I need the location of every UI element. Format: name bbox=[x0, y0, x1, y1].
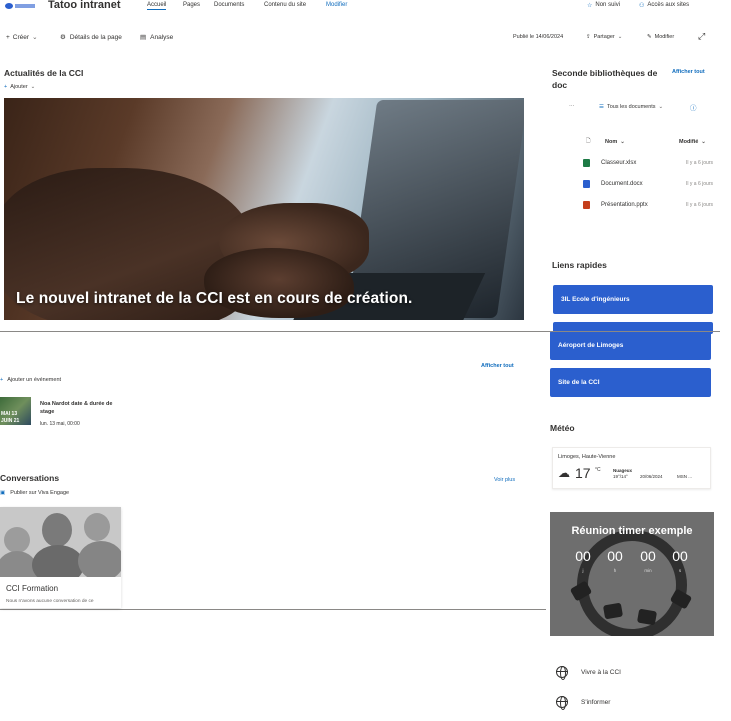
chart-icon: ▤ bbox=[140, 34, 147, 41]
chevron-down-icon: ⌄ bbox=[617, 34, 623, 40]
quicklink-button[interactable]: Aéroport de Limoges bbox=[550, 331, 711, 360]
file-type-icon: 🗋 bbox=[586, 138, 591, 144]
nav-edit[interactable]: Modifier bbox=[326, 2, 347, 8]
analytics-button[interactable]: ▤ Analyse bbox=[140, 33, 173, 42]
globe-icon bbox=[556, 696, 568, 710]
excel-icon bbox=[583, 159, 590, 167]
weather-source: MSN ... bbox=[677, 474, 693, 479]
weather-condition: Nuageux bbox=[613, 468, 633, 473]
create-button[interactable]: + Créer ⌄ bbox=[6, 33, 38, 42]
list-icon: ☰ bbox=[599, 104, 604, 110]
event-time: lun. 13 mai, 00:00 bbox=[40, 421, 80, 427]
timer-seconds-label: s bbox=[678, 568, 682, 573]
sites-access-button[interactable]: ⚇ Accès aux sites bbox=[639, 2, 689, 9]
cloud-icon: ☁ bbox=[558, 466, 570, 480]
chevron-down-icon: ⌄ bbox=[620, 139, 625, 145]
hero-caption[interactable]: Le nouvel intranet de la CCI est en cour… bbox=[16, 290, 412, 308]
community-image bbox=[0, 507, 121, 577]
add-event-button[interactable]: + Ajouter un événement bbox=[0, 377, 61, 383]
link-sinformer[interactable]: S'informer bbox=[556, 696, 610, 710]
community-title[interactable]: CCI Formation bbox=[6, 584, 58, 593]
community-card[interactable]: CCI Formation Nous n'avons aucune conver… bbox=[0, 507, 121, 608]
file-row[interactable]: Présentation.pptx Il y a 6 jours bbox=[583, 198, 713, 212]
timer-hours: 00 bbox=[607, 548, 623, 564]
weather-range: 19°/14° bbox=[613, 474, 628, 479]
chevron-down-icon: ⌄ bbox=[30, 84, 36, 90]
conversations-title: Conversations bbox=[0, 473, 60, 483]
plus-icon: + bbox=[4, 84, 8, 90]
chevron-down-icon: ⌄ bbox=[658, 104, 664, 110]
quicklinks-title: Liens rapides bbox=[552, 260, 607, 270]
site-title[interactable]: Tatoo intranet bbox=[48, 0, 121, 11]
weather-title: Météo bbox=[550, 423, 575, 433]
news-title: Actualités de la CCI bbox=[4, 68, 84, 78]
timer-widget[interactable]: Réunion timer exemple 00 00 00 00 j h mi… bbox=[550, 512, 714, 636]
follow-button[interactable]: ☆ Non suivi bbox=[587, 2, 620, 9]
pencil-icon: ✎ bbox=[647, 34, 652, 40]
globe-icon bbox=[556, 666, 568, 680]
chevron-down-icon: ⌄ bbox=[32, 34, 38, 41]
timer-minutes-label: min bbox=[644, 568, 652, 573]
share-icon: ⇪ bbox=[586, 34, 591, 40]
post-viva-button[interactable]: ▣ Publier sur Viva Engage bbox=[0, 490, 69, 496]
weather-card[interactable]: Limoges, Haute-Vienne ☁ 17 °C Nuageux 19… bbox=[552, 447, 711, 489]
timer-days: 00 bbox=[575, 548, 591, 564]
info-icon[interactable]: ⓘ bbox=[690, 102, 697, 112]
plus-icon: + bbox=[0, 377, 4, 383]
news-add-button[interactable]: + Ajouter ⌄ bbox=[4, 84, 35, 90]
timer-minutes: 00 bbox=[640, 548, 656, 564]
link-vivre[interactable]: Vivre à la CCI bbox=[556, 666, 621, 680]
weather-date: 20/06/2024 bbox=[640, 474, 663, 479]
nav-accueil[interactable]: Accueil bbox=[147, 2, 167, 10]
edit-button[interactable]: ✎ Modifier bbox=[647, 34, 674, 40]
file-row[interactable]: Classeur.xlsx Il y a 6 jours bbox=[583, 156, 713, 170]
chevron-down-icon: ⌄ bbox=[701, 139, 706, 145]
quicklink-button[interactable]: 3IL Ecole d'ingénieurs bbox=[553, 285, 713, 314]
timer-seconds: 00 bbox=[672, 548, 688, 564]
gear-icon: ⚙ bbox=[60, 34, 66, 41]
event-date-badge: MAI 13 JUIN 21 bbox=[0, 397, 31, 425]
col-modified-header[interactable]: Modifié ⌄ bbox=[679, 139, 706, 145]
share-button[interactable]: ⇪ Partager ⌄ bbox=[586, 34, 622, 40]
powerpoint-icon bbox=[583, 201, 590, 209]
news-hero-image[interactable]: Le nouvel intranet de la CCI est en cour… bbox=[4, 98, 524, 320]
site-logo[interactable] bbox=[5, 2, 37, 10]
nav-pages[interactable]: Pages bbox=[183, 2, 200, 8]
more-icon[interactable]: ⋯ bbox=[569, 104, 575, 110]
table-shape bbox=[577, 530, 687, 636]
timer-title: Réunion timer exemple bbox=[571, 525, 693, 537]
community-text: Nous n'avons aucune conversation de ce bbox=[6, 599, 94, 604]
doclib-title: Seconde bibliothèques de doc bbox=[552, 68, 658, 90]
nav-site-contents[interactable]: Contenu du site bbox=[264, 2, 306, 8]
weather-temp: 17 bbox=[575, 465, 591, 481]
nav-documents[interactable]: Documents bbox=[214, 2, 244, 8]
weather-location: Limoges, Haute-Vienne bbox=[558, 454, 616, 460]
doclib-show-all[interactable]: Afficher tout bbox=[672, 69, 705, 75]
people-icon: ⚇ bbox=[639, 3, 645, 9]
col-name-header[interactable]: Nom ⌄ bbox=[605, 139, 625, 145]
section-divider bbox=[0, 331, 720, 332]
expand-icon[interactable]: ⤢ bbox=[698, 31, 705, 42]
timer-days-label: j bbox=[582, 568, 584, 573]
engage-icon: ▣ bbox=[0, 490, 6, 496]
star-icon: ☆ bbox=[587, 3, 593, 9]
quicklink-button[interactable]: Site de la CCI bbox=[550, 368, 711, 397]
page-details-button[interactable]: ⚙ Détails de la page bbox=[60, 33, 122, 42]
weather-unit: °C bbox=[595, 467, 601, 473]
published-date: Publié le 14/06/2024 bbox=[513, 34, 564, 40]
word-icon bbox=[583, 180, 590, 188]
file-row[interactable]: Document.docx Il y a 6 jours bbox=[583, 177, 713, 191]
event-title[interactable]: Noa Nardot date & durée de stage bbox=[40, 400, 126, 416]
events-show-all[interactable]: Afficher tout bbox=[481, 363, 514, 369]
view-selector[interactable]: ☰ Tous les documents ⌄ bbox=[599, 104, 663, 110]
timer-hours-label: h bbox=[613, 568, 617, 573]
see-more-link[interactable]: Voir plus bbox=[494, 477, 515, 483]
plus-icon: + bbox=[6, 33, 10, 41]
chair-shape bbox=[636, 608, 658, 626]
section-divider bbox=[0, 609, 546, 610]
